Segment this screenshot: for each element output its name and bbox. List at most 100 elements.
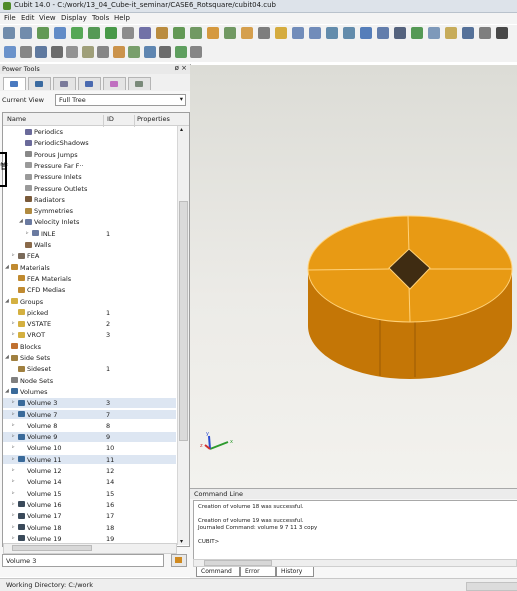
tree-row[interactable]: ◢ Velocity Inlets xyxy=(3,217,176,227)
expander-icon[interactable]: ▹ xyxy=(12,252,15,258)
toolbar-button-icon[interactable] xyxy=(207,27,219,39)
toolbar-button-icon[interactable] xyxy=(159,46,171,58)
toolbar-button-icon[interactable] xyxy=(174,46,187,58)
tree-row[interactable]: Walls xyxy=(3,240,176,250)
tree-row[interactable]: ◢ Groups xyxy=(3,297,176,307)
toolbar-button-icon[interactable] xyxy=(19,46,32,58)
graphics-viewport[interactable]: x y z xyxy=(190,65,517,489)
panel-float-close-icon[interactable]: ø × xyxy=(175,64,187,72)
scroll-down-icon[interactable]: ▾ xyxy=(180,538,183,545)
tree-row[interactable]: ▹ Volume 18 18 xyxy=(3,523,176,533)
selection-field[interactable]: Volume 3 xyxy=(2,554,164,567)
expander-icon[interactable]: ▹ xyxy=(12,501,15,507)
tree-row[interactable]: ▹ INLE 1 xyxy=(3,229,176,239)
current-view-select[interactable]: Full Tree ▾ xyxy=(55,94,186,106)
expander-icon[interactable]: ▹ xyxy=(12,444,15,450)
expander-icon[interactable]: ▹ xyxy=(12,467,15,473)
tree-row[interactable]: Blocks xyxy=(3,342,176,352)
tab-blocks[interactable] xyxy=(103,77,126,90)
tab-mesh[interactable] xyxy=(53,77,76,90)
menu-view[interactable]: View xyxy=(39,14,56,22)
menu-tools[interactable]: Tools xyxy=(92,14,109,22)
toolbar-button-icon[interactable] xyxy=(97,46,109,58)
expander-icon[interactable]: ◢ xyxy=(5,298,9,304)
toolbar-button-icon[interactable] xyxy=(112,46,125,58)
tree-row[interactable]: ▹ FEA xyxy=(3,251,176,261)
toolbar-button-icon[interactable] xyxy=(122,27,134,39)
tree-row[interactable]: Sideset 1 xyxy=(3,364,176,374)
tree-row[interactable]: ▹ Volume 7 7 xyxy=(3,409,176,420)
toolbar-button-icon[interactable] xyxy=(343,27,355,39)
tree-row[interactable]: CFD Medias xyxy=(3,285,176,295)
tree-row[interactable]: Symmetries xyxy=(3,206,176,216)
toolbar-button-icon[interactable] xyxy=(54,27,66,39)
toolbar-button-icon[interactable] xyxy=(139,27,151,39)
tree-row[interactable]: Periodics xyxy=(3,127,176,137)
tree-row[interactable]: ▹ Volume 8 8 xyxy=(3,421,176,431)
command-prompt[interactable]: CUBIT> xyxy=(198,539,219,545)
toolbar-button-icon[interactable] xyxy=(71,27,83,39)
tree-row[interactable]: ▹ Volume 10 10 xyxy=(3,443,176,453)
tree-row[interactable]: ▹ Volume 15 15 xyxy=(3,489,176,499)
toolbar-button-icon[interactable] xyxy=(479,27,491,39)
tree-row[interactable]: Porous Jumps xyxy=(3,150,176,160)
tree-row[interactable]: ▹ Volume 17 17 xyxy=(3,511,176,521)
expander-icon[interactable]: ▹ xyxy=(12,490,15,496)
expander-icon[interactable]: ▹ xyxy=(12,399,15,405)
expander-icon[interactable]: ◢ xyxy=(5,354,9,360)
toolbar-button-icon[interactable] xyxy=(292,27,304,39)
tree-row[interactable]: Node Sets xyxy=(3,376,176,386)
toolbar-button-icon[interactable] xyxy=(156,27,168,39)
toolbar-button-icon[interactable] xyxy=(35,46,47,58)
toolbar-button-icon[interactable] xyxy=(3,27,15,39)
menu-display[interactable]: Display xyxy=(61,14,87,22)
toolbar-button-icon[interactable] xyxy=(377,27,389,39)
scroll-thumb[interactable] xyxy=(204,560,272,566)
toolbar-button-icon[interactable] xyxy=(224,27,236,39)
tree-row[interactable]: ▹ Volume 9 9 xyxy=(3,432,176,442)
select-filter-button[interactable] xyxy=(171,554,187,567)
scroll-up-icon[interactable]: ▴ xyxy=(180,126,183,133)
toolbar-button-icon[interactable] xyxy=(275,27,287,39)
toolbar-button-icon[interactable] xyxy=(241,27,253,39)
toolbar-button-icon[interactable] xyxy=(143,46,156,58)
expander-icon[interactable]: ▹ xyxy=(26,230,29,236)
menu-file[interactable]: File xyxy=(4,14,16,22)
toolbar-button-icon[interactable] xyxy=(258,27,270,39)
toolbar-button-icon[interactable] xyxy=(88,27,100,39)
column-properties[interactable]: Properties xyxy=(137,115,170,123)
column-name[interactable]: Name xyxy=(7,115,26,123)
expander-icon[interactable]: ▹ xyxy=(12,535,15,541)
toolbar-button-icon[interactable] xyxy=(66,46,78,58)
tab-command[interactable]: Command xyxy=(196,567,240,577)
tree-row[interactable]: Pressure Outlets xyxy=(3,184,176,194)
tab-quality[interactable] xyxy=(78,77,101,90)
expander-icon[interactable]: ▹ xyxy=(12,433,15,439)
tab-history[interactable]: History xyxy=(276,567,314,577)
tree-row[interactable]: ▹ Volume 12 12 xyxy=(3,466,176,476)
tree-row[interactable]: Pressure Inlets xyxy=(3,172,176,182)
toolbar-button-icon[interactable] xyxy=(105,27,117,39)
toolbar-button-icon[interactable] xyxy=(428,27,440,39)
expander-icon[interactable]: ◢ xyxy=(5,388,9,394)
menu-edit[interactable]: Edit xyxy=(21,14,35,22)
toolbar-button-icon[interactable] xyxy=(50,46,63,58)
toolbar-button-icon[interactable] xyxy=(4,46,16,58)
toolbar-button-icon[interactable] xyxy=(411,27,423,39)
tree-row[interactable]: picked 1 xyxy=(3,308,176,318)
tree-horizontal-scrollbar[interactable] xyxy=(3,543,177,554)
tab-tree[interactable] xyxy=(3,77,26,90)
toolbar-button-icon[interactable] xyxy=(81,46,94,58)
toolbar-button-icon[interactable] xyxy=(20,27,32,39)
scroll-thumb[interactable] xyxy=(179,201,188,441)
expander-icon[interactable]: ▹ xyxy=(12,422,15,428)
tree-row[interactable]: FEA Materials xyxy=(3,274,176,284)
tree-row[interactable]: ◢ Side Sets xyxy=(3,353,176,363)
tree-row[interactable]: ◢ Volumes xyxy=(3,387,176,397)
tab-geometry[interactable] xyxy=(28,77,51,90)
tree-row[interactable]: ▹ Volume 3 3 xyxy=(3,398,176,408)
tree-row[interactable]: ▹ Volume 16 16 xyxy=(3,500,176,510)
expander-icon[interactable]: ▹ xyxy=(12,524,15,530)
scroll-thumb[interactable] xyxy=(12,545,92,551)
toolbar-button-icon[interactable] xyxy=(394,27,406,39)
